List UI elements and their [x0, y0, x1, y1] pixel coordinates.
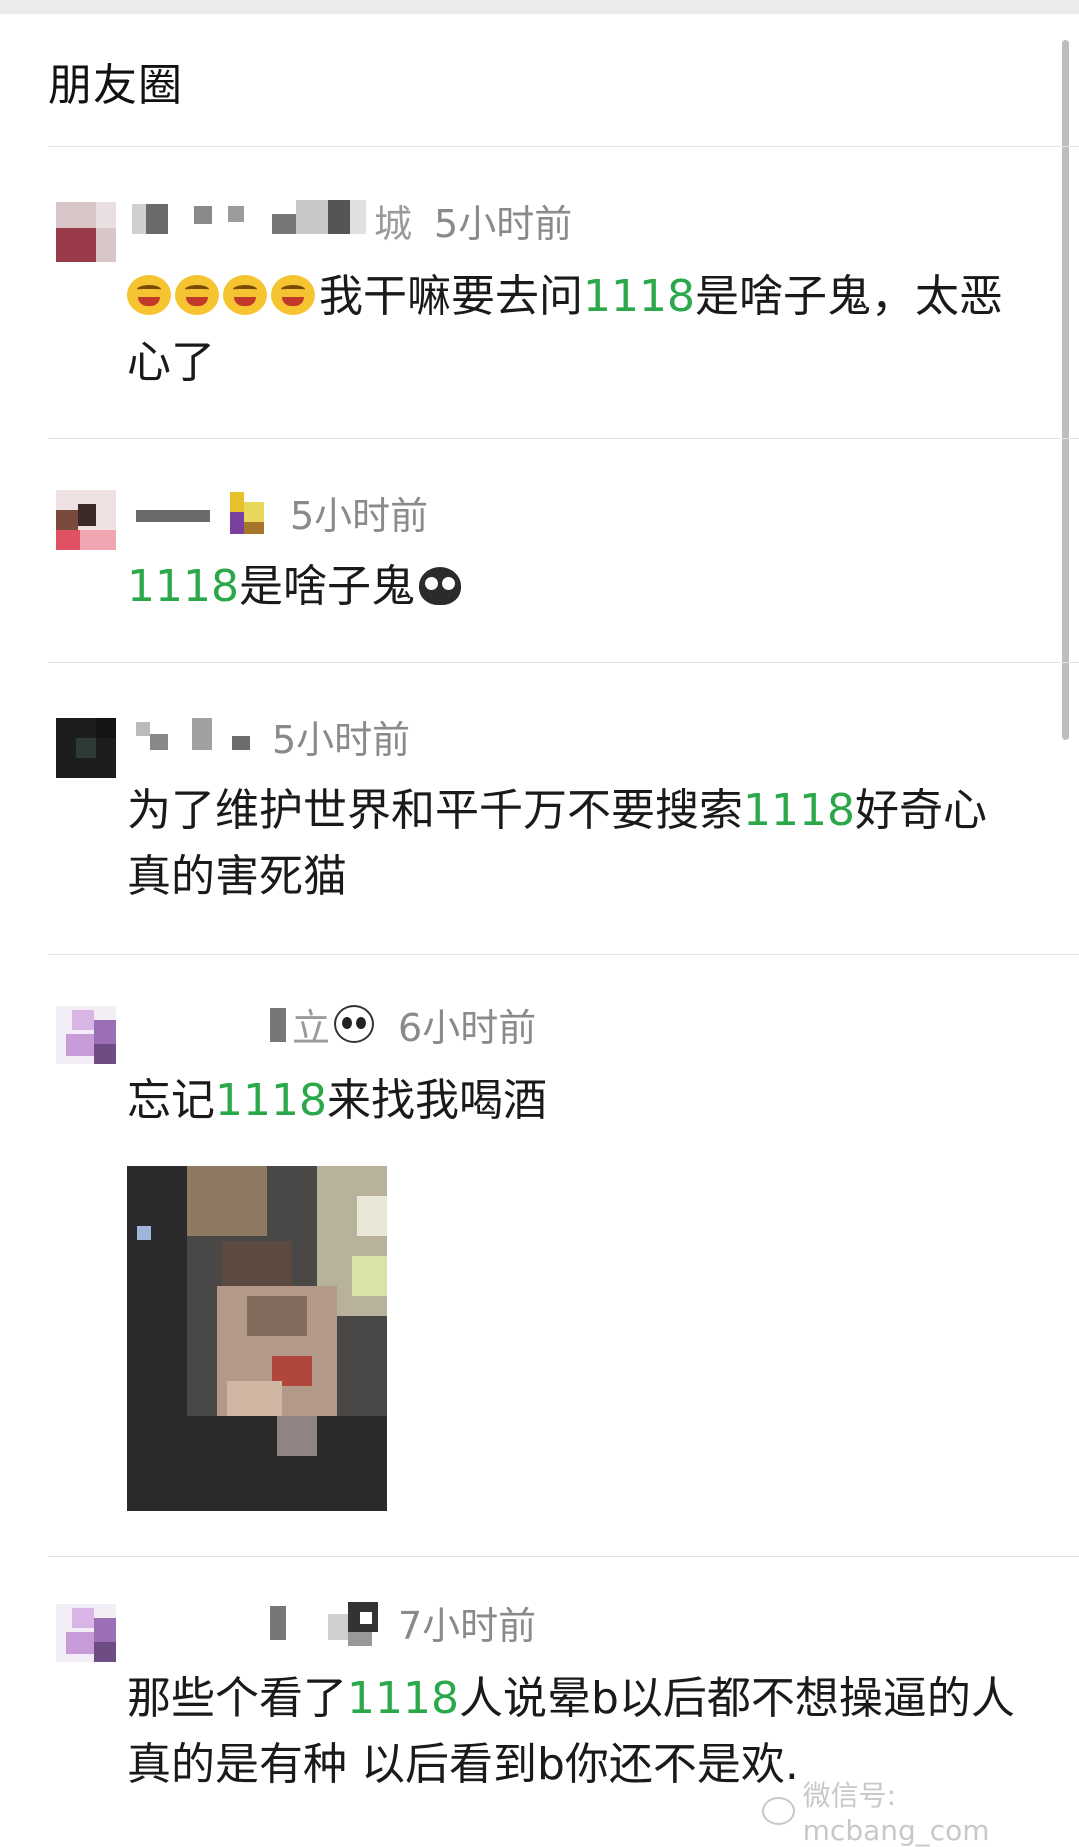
highlighted-keyword[interactable]: 1118	[743, 785, 855, 836]
highlighted-keyword[interactable]: 1118	[215, 1075, 327, 1126]
post-text: 为了维护世界和平千万不要搜索1118好奇心真的害死猫	[127, 785, 987, 902]
post-text: 忘记1118来找我喝酒	[127, 1075, 547, 1126]
username-visible[interactable]: 城	[374, 193, 412, 248]
timestamp: 6小时前	[398, 1005, 537, 1050]
username-visible[interactable]: 立	[292, 997, 330, 1052]
highlighted-keyword[interactable]: 1118	[127, 561, 239, 612]
timestamp: 7小时前	[398, 1603, 537, 1648]
wechat-icon	[762, 1796, 795, 1825]
divider	[48, 438, 1079, 439]
panda-emoji-icon	[334, 1005, 375, 1043]
watermark: 微信号: mcbang_com	[762, 1774, 1079, 1847]
top-bar	[0, 0, 1079, 14]
post-text: 1118是啥子鬼	[127, 554, 1029, 620]
timestamp: 5小时前	[272, 717, 411, 762]
redacted-username[interactable]	[132, 488, 272, 536]
divider	[48, 1556, 1079, 1557]
post-text: 我干嘛要去问1118是啥子鬼，太恶心了	[127, 271, 1003, 388]
redacted-username[interactable]	[132, 196, 372, 244]
owl-emoji-icon	[418, 567, 461, 605]
redacted-username[interactable]	[268, 1598, 388, 1646]
name-row: 城 5小时前	[132, 196, 572, 246]
avatar[interactable]	[56, 718, 116, 778]
name-row: 5小时前	[132, 712, 410, 762]
page-title: 朋友圈	[48, 60, 183, 111]
scrollbar[interactable]	[1062, 40, 1069, 740]
divider	[48, 954, 1079, 955]
name-row: 5小时前	[132, 488, 428, 538]
divider	[48, 662, 1079, 663]
highlighted-keyword[interactable]: 1118	[583, 271, 695, 322]
highlighted-keyword[interactable]: 1118	[347, 1673, 459, 1724]
avatar[interactable]	[56, 202, 116, 262]
avatar[interactable]	[56, 490, 116, 550]
laughing-emoji-icon	[127, 271, 319, 322]
post-photo[interactable]	[127, 1166, 387, 1511]
timestamp: 5小时前	[290, 493, 429, 538]
avatar[interactable]	[56, 1604, 116, 1662]
timestamp: 5小时前	[434, 201, 573, 246]
divider	[48, 146, 1079, 147]
name-row: 7小时前	[268, 1598, 536, 1648]
avatar[interactable]	[56, 1006, 116, 1064]
name-row: 立 6小时前	[268, 1000, 536, 1050]
redacted-username[interactable]	[268, 1000, 292, 1048]
redacted-username[interactable]	[132, 712, 254, 760]
